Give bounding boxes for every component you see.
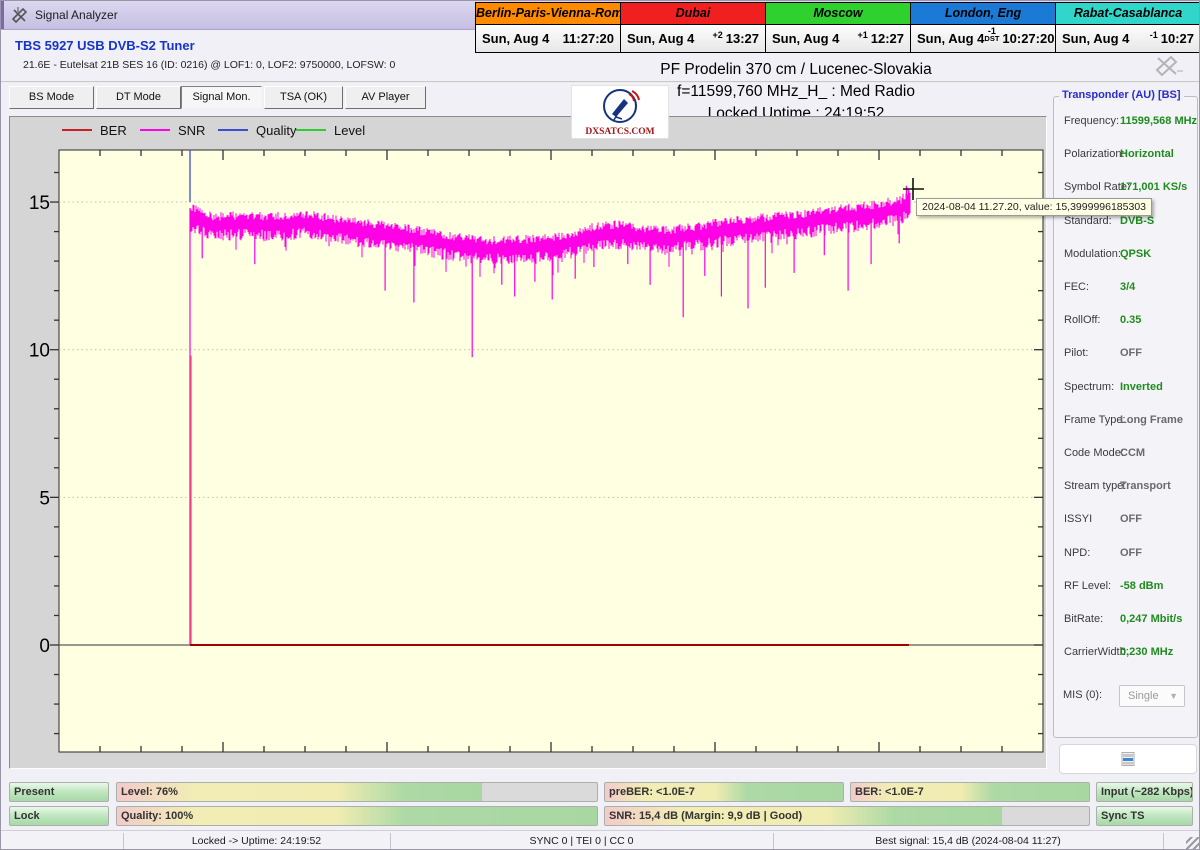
tab-bs-mode[interactable]: BS Mode (9, 86, 94, 109)
clock-moscow: Moscow Sun, Aug 4 +1 12:27 (765, 3, 910, 52)
transponder-row: NPD: OFF (1064, 546, 1142, 559)
transponder-row: Symbol Rate:171,001 KS/s (1064, 181, 1188, 194)
clock-date: Sun, Aug 4 (772, 31, 840, 46)
transponder-row: ISSYI OFF (1064, 513, 1142, 526)
transponder-row: Polarization:Horizontal (1064, 148, 1174, 161)
transponder-row: FEC: 3/4 (1064, 281, 1136, 293)
tab-av-player[interactable]: AV Player (345, 86, 426, 109)
site-title: PF Prodelin 370 cm / Lucenec-Slovakia (660, 61, 932, 78)
transponder-row: Spectrum: Inverted (1064, 380, 1163, 393)
transponder-panel-title: Transponder (AU) [BS] (1059, 89, 1184, 101)
lock-indicator: Lock (9, 806, 109, 826)
resize-grip[interactable] (1186, 837, 1199, 849)
mis-dropdown[interactable]: Single ▼ (1119, 685, 1185, 707)
signal-chart[interactable]: 0 5 10 15 (10, 117, 1046, 768)
svg-text:5: 5 (39, 488, 50, 509)
legend-ber: BER (62, 122, 127, 138)
clock-city: Rabat-Casablanca (1056, 3, 1199, 25)
dxsatcs-logo: DXSATCS.COM (571, 85, 669, 139)
list-icon (1121, 752, 1135, 766)
statusbar-best-signal: Best signal: 15,4 dB (2024-08-04 11:27) (875, 835, 1061, 847)
clock-date: Sun, Aug 4 (482, 31, 550, 46)
ber-line-sample (62, 129, 92, 131)
satellite-icon (11, 7, 28, 24)
clock-dubai: Dubai Sun, Aug 4 +2 13:27 (620, 3, 765, 52)
statusbar-separator (1163, 833, 1164, 849)
legend-snr: SNR (140, 122, 205, 138)
transponder-row: Modulation:QPSK (1064, 247, 1152, 260)
sync-ts-indicator: Sync TS (1096, 806, 1193, 826)
legend-quality: Quality (218, 122, 296, 138)
clock-offset: -1 DST (984, 26, 1000, 43)
window-title: Signal Analyzer (35, 8, 118, 22)
clock-city: London, Eng (911, 3, 1055, 25)
clock-time: 11:27:20 (562, 31, 614, 46)
svg-text:15: 15 (29, 193, 50, 214)
snr-line-sample (140, 129, 170, 131)
logo-text: DXSATCS.COM (585, 127, 654, 137)
present-indicator: Present (9, 782, 109, 802)
clock-date: Sun, Aug 4 (1062, 31, 1130, 46)
satellite-icon-gray (1155, 55, 1183, 77)
chevron-down-icon: ▼ (1169, 691, 1178, 701)
tuner-details: 21.6E - Eutelsat 21B SES 16 (ID: 0216) @… (23, 59, 396, 71)
clock-time: 10:27:20 (1002, 31, 1055, 46)
ber-meter: BER: <1.0E-7 (850, 782, 1090, 802)
transponder-row: Code Mode:CCM (1064, 447, 1146, 459)
clock-time: 10:27 (1160, 31, 1194, 46)
signal-chart-panel: BER SNR Quality Level 0 5 10 15 (9, 116, 1047, 769)
transponder-row: Frame Type:Long Frame (1064, 413, 1183, 426)
statusbar-uptime: Locked -> Uptime: 24:19:52 (191, 835, 322, 847)
svg-text:0: 0 (39, 636, 50, 657)
world-clocks: Berlin-Paris-Vienna-Roma Sun, Aug 4 11:2… (475, 2, 1199, 53)
clock-rabat: Rabat-Casablanca Sun, Aug 4 -1 10:27 (1055, 3, 1199, 52)
chart-tooltip: 2024-08-04 11.27.20, value: 15,399999618… (916, 198, 1153, 216)
transponder-row: RollOff: 0.35 (1064, 314, 1142, 327)
level-line-sample (296, 129, 326, 131)
legend-level: Level (296, 122, 365, 138)
clock-london: London, Eng Sun, Aug 4 -1 DST 10:27:20 (910, 3, 1055, 52)
clock-date: Sun, Aug 4 (627, 31, 695, 46)
transponder-row: Pilot: OFF (1064, 347, 1142, 360)
level-meter: Level: 76% (116, 782, 598, 802)
clock-berlin: Berlin-Paris-Vienna-Roma Sun, Aug 4 11:2… (476, 3, 620, 52)
clock-offset: +1 (857, 29, 868, 40)
transponder-row: BitRate: 0,247 Mbit/s (1064, 613, 1183, 625)
clock-date: Sun, Aug 4 (917, 31, 985, 46)
statusbar: Locked -> Uptime: 24:19:52 SYNC 0 | TEI … (1, 830, 1199, 849)
clock-time: 12:27 (870, 31, 904, 46)
transponder-row: Stream type:Transport (1064, 480, 1171, 493)
svg-text:10: 10 (29, 341, 50, 362)
tab-dt-mode[interactable]: DT Mode (96, 86, 181, 109)
quality-line-sample (218, 129, 248, 131)
mis-label: MIS (0): (1063, 689, 1103, 701)
snr-meter: SNR: 15,4 dB (Margin: 9,9 dB | Good) (604, 806, 1090, 826)
window-left-border (1, 1, 4, 29)
quality-meter: Quality: 100% (116, 806, 598, 826)
clock-time: 13:27 (725, 31, 759, 46)
clock-city: Berlin-Paris-Vienna-Roma (476, 3, 620, 25)
transponder-panel: Frequency:11599,568 MHz Polarization:Hori… (1053, 96, 1198, 738)
clock-city: Dubai (621, 3, 765, 25)
input-indicator: Input (~282 Kbps) (1096, 782, 1193, 802)
tuner-name: TBS 5927 USB DVB-S2 Tuner (15, 38, 195, 53)
signal-analyzer-window: Signal Analyzer Berlin-Paris-Vienna-Roma… (0, 0, 1200, 850)
transponder-row: Frequency:11599,568 MHz (1064, 115, 1198, 127)
transponder-row: CarrierWidth:0,230 MHz (1064, 646, 1174, 659)
stream-list-button[interactable] (1059, 744, 1197, 774)
preber-meter: preBER: <1.0E-7 (604, 782, 844, 802)
clock-offset: +2 (712, 29, 723, 40)
statusbar-sync: SYNC 0 | TEI 0 | CC 0 (529, 835, 634, 847)
clock-city: Moscow (766, 3, 910, 25)
transponder-row: Standard: DVB-S (1064, 214, 1155, 227)
tab-tsa[interactable]: TSA (OK) (264, 86, 343, 109)
transponder-row: RF Level: -58 dBm (1064, 579, 1164, 592)
clock-offset: -1 (1149, 29, 1158, 40)
tab-signal-mon[interactable]: Signal Mon. (181, 86, 262, 109)
